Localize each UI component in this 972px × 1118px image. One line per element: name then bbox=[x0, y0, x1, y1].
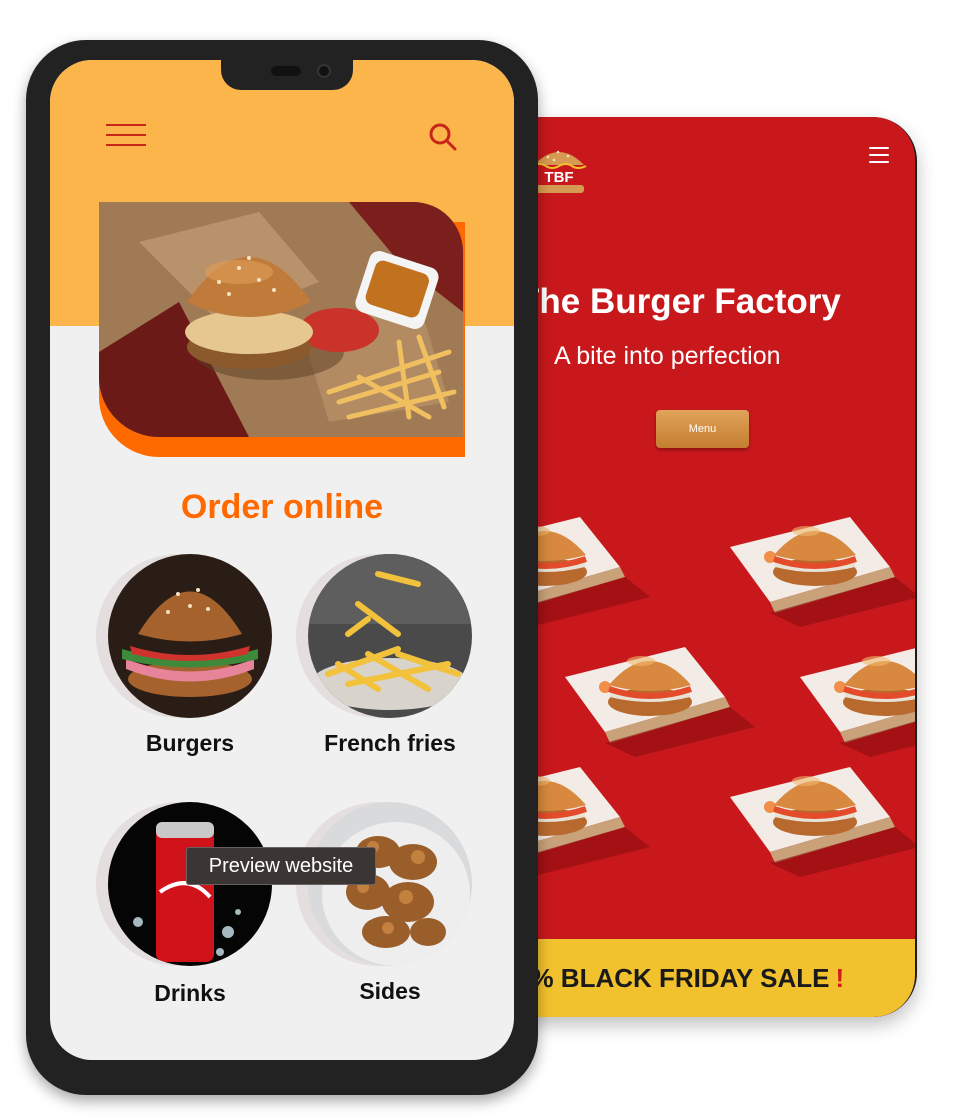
category-burgers-label[interactable]: Burgers bbox=[90, 730, 290, 757]
app-screen: Order online Burgers French fries Drinks… bbox=[50, 60, 514, 1060]
site-menu-button[interactable]: Menu bbox=[656, 410, 749, 448]
exclamation-icon: ! bbox=[835, 962, 845, 993]
hero-burger-photo bbox=[99, 202, 463, 437]
svg-text:TBF: TBF bbox=[544, 169, 573, 186]
category-fries-label[interactable]: French fries bbox=[290, 730, 490, 757]
app-phone-mockup: Order online Burgers French fries Drinks… bbox=[26, 40, 538, 1095]
phone-notch bbox=[221, 60, 353, 90]
preview-website-tooltip: Preview website bbox=[186, 847, 376, 885]
sale-banner-text: 0% BLACK FRIDAY SALE bbox=[516, 962, 830, 993]
category-fries-image[interactable] bbox=[296, 554, 472, 718]
category-burgers-image[interactable] bbox=[96, 554, 272, 718]
camera-icon bbox=[317, 64, 331, 78]
hamburger-menu-icon[interactable] bbox=[106, 124, 146, 152]
site-menu-icon[interactable] bbox=[869, 147, 889, 163]
category-drinks-label[interactable]: Drinks bbox=[90, 980, 290, 1007]
category-sides-label[interactable]: Sides bbox=[290, 978, 490, 1005]
hero-banner bbox=[99, 202, 465, 457]
speaker-icon bbox=[271, 66, 301, 76]
order-online-title: Order online bbox=[180, 488, 384, 526]
site-tagline: A bite into perfection bbox=[554, 342, 781, 370]
site-title: The Burger Factory bbox=[518, 282, 841, 321]
search-icon[interactable] bbox=[428, 122, 458, 152]
